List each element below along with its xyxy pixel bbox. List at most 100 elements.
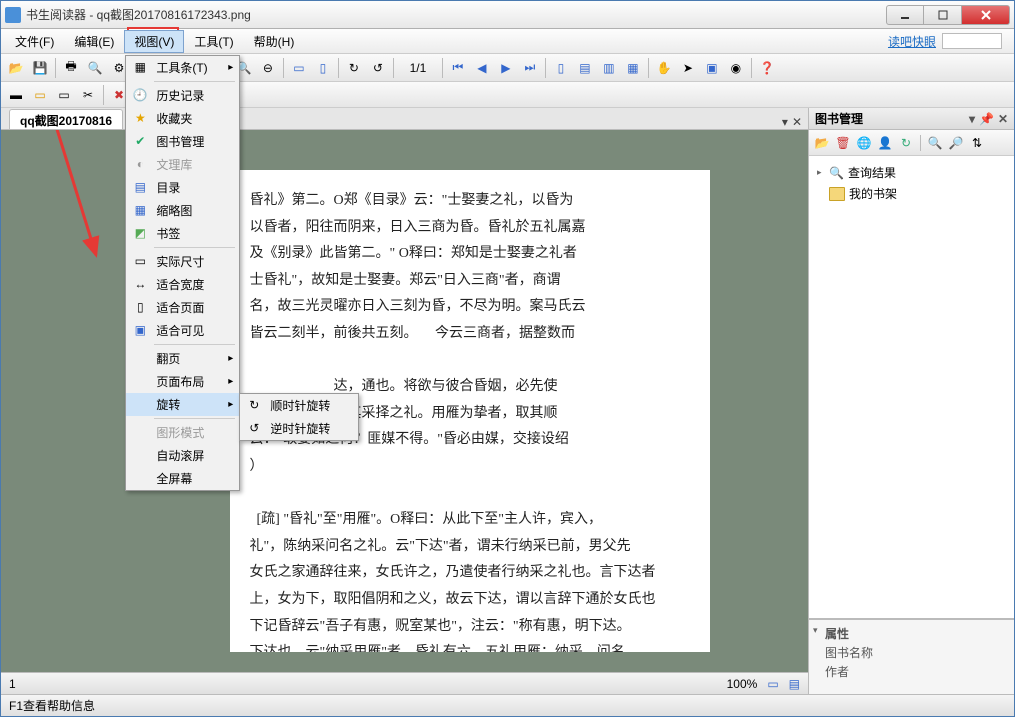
save-button[interactable]: 💾 xyxy=(29,57,51,79)
rotate-ccw-icon: ↺ xyxy=(373,61,383,75)
next-page-button[interactable]: ▶ xyxy=(495,57,517,79)
toolbar-separator xyxy=(648,58,649,78)
view-auto-scroll[interactable]: 自动滚屏 xyxy=(126,444,239,467)
hand-icon: ✋ xyxy=(656,61,671,75)
select-icon: ▣ xyxy=(706,61,717,75)
tree-label: 我的书架 xyxy=(849,185,897,202)
fit-width-button[interactable]: ▭ xyxy=(288,57,310,79)
camera-icon: ◉ xyxy=(731,61,741,75)
single-page-button[interactable]: ▯ xyxy=(550,57,572,79)
clip-button[interactable]: ✂ xyxy=(77,84,99,106)
document-tab[interactable]: qq截图20170816 xyxy=(9,109,123,129)
hand-tool-button[interactable]: ✋ xyxy=(653,57,675,79)
select-tool-button[interactable]: ▣ xyxy=(701,57,723,79)
view-image-mode[interactable]: 图形模式 xyxy=(126,421,239,444)
menubar-search-field[interactable] xyxy=(942,33,1002,49)
note-button[interactable]: ▭ xyxy=(29,84,51,106)
refresh-icon: ↻ xyxy=(901,136,911,150)
view-thumbnail[interactable]: ▦缩略图 xyxy=(126,199,239,222)
view-fit-page[interactable]: ▯适合页面 xyxy=(126,296,239,319)
first-page-button[interactable]: ⏮ xyxy=(447,57,469,79)
fit-width-icon: ↔ xyxy=(132,276,148,292)
printer-icon: 🖶 xyxy=(65,57,76,78)
side-refresh-button[interactable]: ↻ xyxy=(897,134,915,152)
view-rotate[interactable]: 旋转▸ ↻顺时针旋转 ↺逆时针旋转 xyxy=(126,393,239,416)
close-button[interactable] xyxy=(962,5,1010,25)
facing-button[interactable]: ▥ xyxy=(598,57,620,79)
status-view-icon[interactable]: ▭ xyxy=(767,677,778,691)
fit-page-icon: ▯ xyxy=(320,61,327,75)
minimize-button[interactable] xyxy=(886,5,924,25)
continuous-button[interactable]: ▤ xyxy=(574,57,596,79)
view-page-turn[interactable]: 翻页▸ xyxy=(126,347,239,370)
view-book-mgmt[interactable]: ✔图书管理 xyxy=(126,130,239,153)
side-sort-button[interactable]: ⇅ xyxy=(968,134,986,152)
open-button[interactable]: 📂 xyxy=(5,57,27,79)
highlight-button[interactable]: ▭ xyxy=(53,84,75,106)
tree-item-search-result[interactable]: ▸ 🔍 查询结果 xyxy=(815,162,1008,183)
last-page-button[interactable]: ⏭ xyxy=(519,57,541,79)
help-icon: ❓ xyxy=(759,61,774,75)
trash-icon: 🗑 xyxy=(835,136,850,150)
menu-file[interactable]: 文件(F) xyxy=(5,30,64,53)
menu-tool[interactable]: 工具(T) xyxy=(184,30,243,53)
document-canvas[interactable]: 昏礼》第二。O郑《目录》云："士娶妻之礼，以昏为 以昏者，阳往而阴来，日入三商为… xyxy=(1,130,808,672)
side-online-button[interactable]: 🌐 xyxy=(855,134,873,152)
search-icon: 🔍 xyxy=(829,166,844,180)
panel-pin-icon[interactable]: 📌 xyxy=(979,112,994,126)
menu-view[interactable]: 视图(V) ▦工具条(T)▸ 🕘历史记录 ★收藏夹 ✔图书管理 ◐文理库 ▤目录… xyxy=(124,30,184,53)
rotate-ccw-button[interactable]: ↺ xyxy=(367,57,389,79)
tree-item-my-shelf[interactable]: 我的书架 xyxy=(815,183,1008,204)
collapse-icon[interactable]: ▾ xyxy=(813,625,818,636)
book-view-button[interactable]: ▦ xyxy=(622,57,644,79)
pointer-tool-button[interactable]: ➤ xyxy=(677,57,699,79)
snapshot-button[interactable]: ◉ xyxy=(725,57,747,79)
panel-menu-icon[interactable]: ▾ xyxy=(969,112,975,126)
status-layout-icon[interactable]: ▤ xyxy=(789,677,800,691)
rotate-cw-button[interactable]: ↻ xyxy=(343,57,365,79)
toolbar-separator xyxy=(920,135,921,151)
quick-link[interactable]: 读吧快眼 xyxy=(888,33,936,50)
menu-help[interactable]: 帮助(H) xyxy=(244,30,305,53)
side-search-button[interactable]: 🔍 xyxy=(926,134,944,152)
tab-menu-icon[interactable]: ▾ xyxy=(782,115,788,129)
view-history[interactable]: 🕘历史记录 xyxy=(126,84,239,107)
user-icon: 👤 xyxy=(878,136,893,150)
help-button[interactable]: ❓ xyxy=(756,57,778,79)
view-fullscreen[interactable]: 全屏幕 xyxy=(126,467,239,490)
rotate-ccw[interactable]: ↺逆时针旋转 xyxy=(240,417,358,440)
prev-page-icon: ◀ xyxy=(477,61,486,75)
prev-page-button[interactable]: ◀ xyxy=(471,57,493,79)
side-delete-button[interactable]: 🗑 xyxy=(834,134,852,152)
marker-button[interactable]: ▬ xyxy=(5,84,27,106)
view-fit-visible[interactable]: ▣适合可见 xyxy=(126,319,239,342)
expand-icon[interactable]: ▸ xyxy=(817,167,822,178)
fit-page-icon: ▯ xyxy=(132,299,148,315)
side-filter-button[interactable]: 🔎 xyxy=(947,134,965,152)
view-text-lib[interactable]: ◐文理库 xyxy=(126,153,239,176)
search-button[interactable]: 🔍 xyxy=(84,57,106,79)
view-actual-size[interactable]: ▭实际尺寸 xyxy=(126,250,239,273)
maximize-button[interactable] xyxy=(924,5,962,25)
zoom-out-button[interactable]: ⊖ xyxy=(257,57,279,79)
rotate-cw[interactable]: ↻顺时针旋转 xyxy=(240,394,358,417)
panel-close-icon[interactable]: ✕ xyxy=(998,112,1008,126)
rotate-cw-icon: ↻ xyxy=(246,397,262,413)
toolbar-separator xyxy=(103,85,104,105)
toolbar-separator xyxy=(55,58,56,78)
prop-key-bookname: 图书名称 xyxy=(815,644,875,661)
print-button[interactable]: 🖶 xyxy=(60,57,82,79)
menu-edit[interactable]: 编辑(E) xyxy=(64,30,124,53)
view-page-layout[interactable]: 页面布局▸ xyxy=(126,370,239,393)
tab-close-icon[interactable]: ✕ xyxy=(792,115,802,129)
view-bookmark[interactable]: ◩书签 xyxy=(126,222,239,245)
view-favorites[interactable]: ★收藏夹 xyxy=(126,107,239,130)
fit-page-button[interactable]: ▯ xyxy=(312,57,334,79)
side-user-button[interactable]: 👤 xyxy=(876,134,894,152)
side-open-button[interactable]: 📂 xyxy=(813,134,831,152)
tab-tools: ▾ ✕ xyxy=(782,115,808,129)
view-catalog[interactable]: ▤目录 xyxy=(126,176,239,199)
last-page-icon: ⏭ xyxy=(525,60,536,75)
view-toolbar[interactable]: ▦工具条(T)▸ xyxy=(126,56,239,79)
view-fit-width[interactable]: ↔适合宽度 xyxy=(126,273,239,296)
